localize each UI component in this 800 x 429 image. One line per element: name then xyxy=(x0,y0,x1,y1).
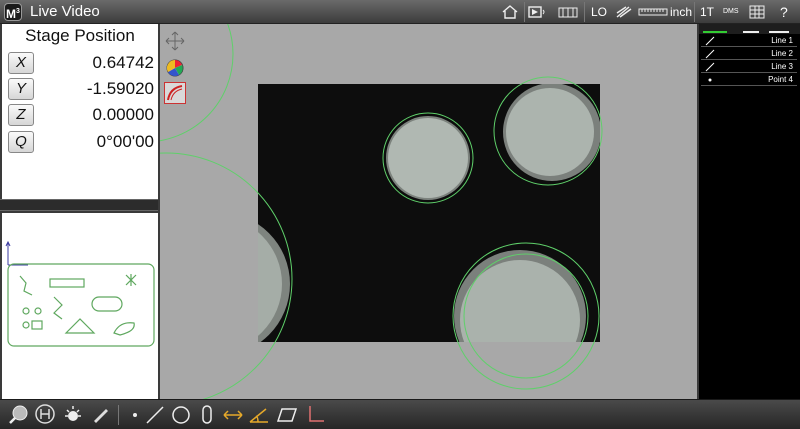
feature-list-header xyxy=(699,24,800,34)
angle-tool-icon[interactable] xyxy=(248,403,270,425)
axis-row-y: Y -1.59020 xyxy=(8,78,158,102)
axis-y-button[interactable]: Y xyxy=(8,78,34,100)
feature-list: Line 1 Line 2 Line 3 Point 4 xyxy=(699,24,800,399)
edge-tool-icon[interactable] xyxy=(164,82,186,104)
line-feature-icon xyxy=(705,36,715,46)
point-tool-icon[interactable] xyxy=(124,403,146,425)
lighting-icon[interactable] xyxy=(62,403,84,425)
axis-y-value: -1.59020 xyxy=(86,79,154,98)
display-icon[interactable] xyxy=(558,4,578,20)
feature-row[interactable]: Line 3 xyxy=(701,61,797,73)
home-icon[interactable] xyxy=(500,4,520,20)
live-video-area[interactable] xyxy=(160,24,697,399)
measurement-overlay xyxy=(160,24,603,399)
feature-name: Line 3 xyxy=(771,62,793,71)
axis-x-button[interactable]: X xyxy=(8,52,34,74)
app-window: M3 Live Video LO inch 1T DMS ? Stage Pos… xyxy=(0,0,800,429)
feature-name: Point 4 xyxy=(768,75,793,84)
stage-position-panel: Stage Position X 0.64742 Y -1.59020 Z 0.… xyxy=(2,24,158,207)
stage-position-title: Stage Position xyxy=(25,26,135,45)
move-stage-icon[interactable] xyxy=(164,30,186,52)
probe-icon[interactable] xyxy=(34,403,56,425)
feature-row[interactable]: Point 4 xyxy=(701,74,797,86)
light-icon[interactable] xyxy=(614,4,634,20)
axis-x-value: 0.64742 xyxy=(92,53,154,72)
axis-row-q: Q 0°00'00 xyxy=(8,131,158,155)
parallelogram-tool-icon[interactable] xyxy=(276,403,298,425)
circle-tool-icon[interactable] xyxy=(170,403,192,425)
part-view-axis-icon xyxy=(5,240,28,266)
line-feature-icon xyxy=(705,49,715,59)
window-title: Live Video xyxy=(30,3,100,20)
pen-icon[interactable] xyxy=(90,403,112,425)
feature-row[interactable]: Line 2 xyxy=(701,48,797,60)
video-icon[interactable] xyxy=(528,4,550,20)
angle-format-button[interactable]: DMS xyxy=(723,4,739,20)
units-button[interactable]: inch xyxy=(670,4,692,20)
logo-letter: M xyxy=(6,7,17,21)
distance-tool-icon[interactable] xyxy=(222,403,244,425)
zoom-icon[interactable] xyxy=(8,403,30,425)
grid-icon[interactable] xyxy=(748,4,766,20)
toolbar-separator xyxy=(584,2,585,22)
line-feature-icon xyxy=(705,62,715,72)
line-tool-icon[interactable] xyxy=(144,403,166,425)
lo-button[interactable]: LO xyxy=(591,4,607,20)
panel-splitter[interactable] xyxy=(0,199,158,211)
logo-superscript: 3 xyxy=(16,8,20,15)
ruler-icon[interactable] xyxy=(638,4,668,20)
toolbar-separator xyxy=(524,2,525,22)
slot-tool-icon[interactable] xyxy=(196,403,218,425)
axis-z-value: 0.00000 xyxy=(92,105,154,124)
axis-row-x: X 0.64742 xyxy=(8,52,158,76)
axis-q-button[interactable]: Q xyxy=(8,131,34,153)
bottom-toolbar xyxy=(0,399,800,429)
point-feature-icon xyxy=(708,78,712,82)
axis-tool-icon[interactable] xyxy=(304,403,326,425)
toolbar-separator xyxy=(694,2,695,22)
axis-z-button[interactable]: Z xyxy=(8,104,34,126)
feature-name: Line 2 xyxy=(771,49,793,58)
app-logo[interactable]: M3 xyxy=(4,3,22,21)
toolbar-separator xyxy=(118,405,119,425)
title-bar: M3 Live Video LO inch 1T DMS ? xyxy=(0,0,800,24)
feature-name: Line 1 xyxy=(771,36,793,45)
help-icon[interactable]: ? xyxy=(780,4,788,20)
tolerance-button[interactable]: 1T xyxy=(700,4,714,20)
axis-row-z: Z 0.00000 xyxy=(8,104,158,128)
feature-row[interactable]: Line 1 xyxy=(701,35,797,47)
part-view[interactable] xyxy=(2,213,158,399)
part-outline xyxy=(7,263,155,347)
axis-q-value: 0°00'00 xyxy=(96,132,154,151)
color-picker-icon[interactable] xyxy=(164,57,186,79)
